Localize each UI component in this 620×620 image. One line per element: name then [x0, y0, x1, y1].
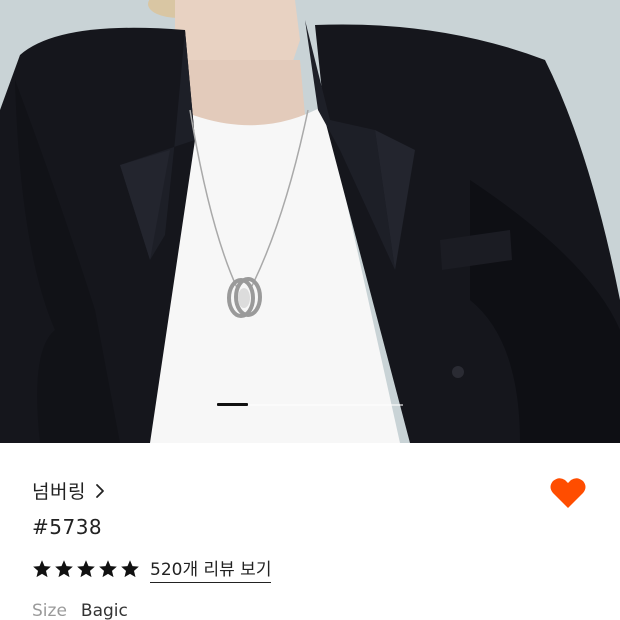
star-icon: [99, 560, 117, 578]
heart-icon: [550, 478, 586, 508]
star-icon: [55, 560, 73, 578]
star-icon: [33, 560, 51, 578]
rating-row: 520개 리뷰 보기: [32, 555, 272, 583]
wishlist-button[interactable]: [546, 473, 590, 513]
chevron-right-icon: [96, 483, 104, 498]
product-number: #5738: [32, 515, 103, 539]
star-icon: [121, 560, 139, 578]
product-photo: [0, 0, 620, 443]
size-value: Bagic: [80, 601, 128, 620]
brand-name: 넘버링: [32, 481, 86, 503]
reviews-link[interactable]: 520개 리뷰 보기: [150, 555, 272, 583]
brand-link[interactable]: 넘버링: [32, 477, 108, 504]
size-row: Size Bagic: [32, 601, 128, 620]
star-icon: [77, 560, 95, 578]
pager-active-indicator: [217, 403, 248, 406]
pager-track: [248, 404, 403, 406]
size-label: Size: [32, 601, 67, 620]
gallery-pager[interactable]: [0, 401, 620, 409]
product-info: 넘버링 #5738 520개 리뷰 보기 Size Bagic: [0, 443, 620, 620]
rating-stars: [32, 559, 140, 579]
product-image[interactable]: [0, 0, 620, 443]
